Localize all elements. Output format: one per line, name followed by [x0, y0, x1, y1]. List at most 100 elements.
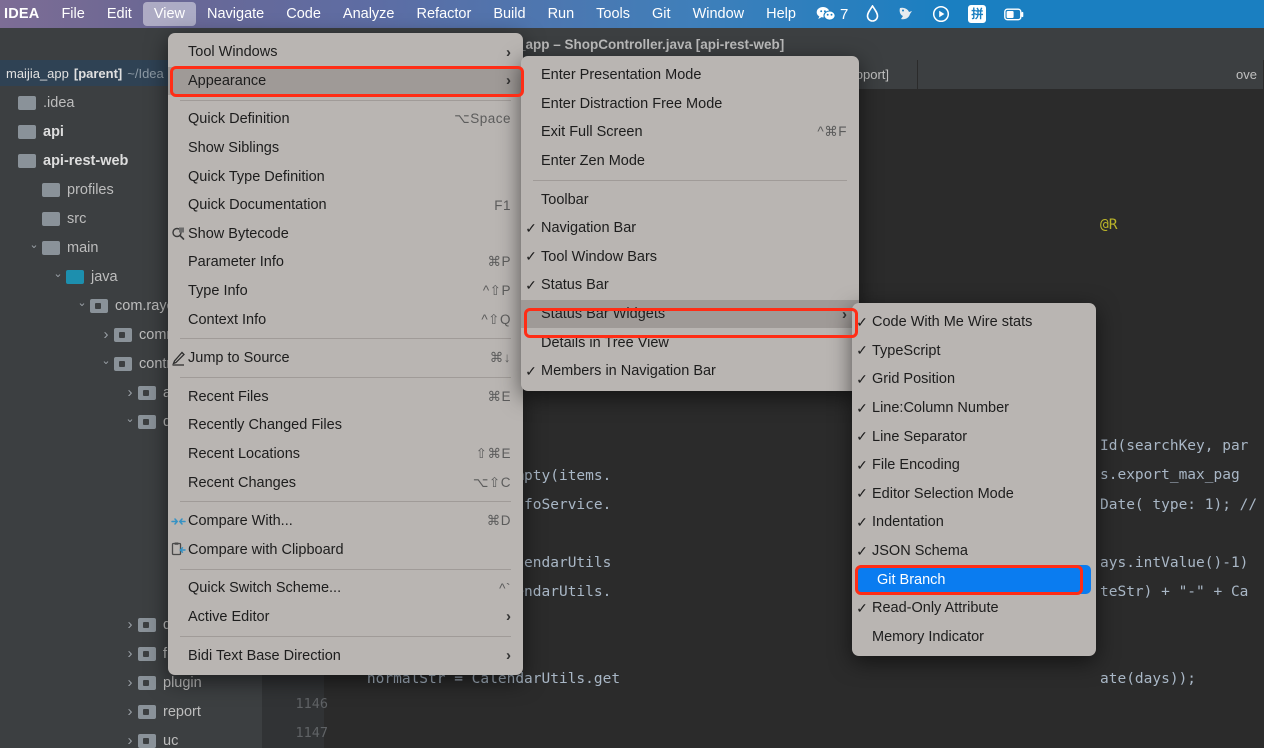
chevron-down-icon[interactable]: [50, 270, 66, 283]
view-menu-recent-locations[interactable]: Recent Locations ⇧⌘E: [168, 440, 523, 469]
menu-code[interactable]: Code: [275, 2, 332, 26]
appearance-menu-enter-zen-mode[interactable]: Enter Zen Mode: [521, 147, 859, 176]
battery-icon[interactable]: [995, 8, 1026, 21]
widgets-menu-code-with-me-wire-stats[interactable]: ✓ Code With Me Wire stats: [852, 308, 1096, 337]
menu-item-label: Recently Changed Files: [188, 417, 342, 434]
view-menu-jump-to-source[interactable]: Jump to Source ⌘↓: [168, 344, 523, 373]
view-menu-context-info[interactable]: Context Info ^⇧Q: [168, 305, 523, 334]
tree-node[interactable]: uc: [0, 726, 262, 748]
menu-help[interactable]: Help: [755, 2, 807, 26]
play-circle-icon[interactable]: [923, 5, 959, 23]
menu-item-label: Members in Navigation Bar: [541, 363, 716, 380]
checkmark-icon: ✓: [856, 456, 868, 473]
tree-node[interactable]: report: [0, 697, 262, 726]
menu-file[interactable]: File: [50, 2, 95, 26]
view-menu-bidi-text-base-direction[interactable]: Bidi Text Base Direction ›: [168, 641, 523, 670]
appearance-menu-members-in-navigation-bar[interactable]: ✓ Members in Navigation Bar: [521, 357, 859, 386]
menu-item-label: Line:Column Number: [872, 400, 1010, 417]
widgets-menu-git-branch[interactable]: Git Branch: [857, 565, 1091, 594]
tree-node-label: report: [163, 703, 201, 720]
chevron-right-icon[interactable]: [122, 645, 138, 662]
code-right-annotation: @R: [1100, 217, 1118, 233]
view-menu-recently-changed-files[interactable]: Recently Changed Files: [168, 411, 523, 440]
appearance-menu-exit-full-screen[interactable]: Exit Full Screen ^⌘F: [521, 118, 859, 147]
view-menu-show-siblings[interactable]: Show Siblings: [168, 134, 523, 163]
menu-navigate[interactable]: Navigate: [196, 2, 275, 26]
appearance-menu-toolbar[interactable]: Toolbar: [521, 185, 859, 214]
view-menu-appearance[interactable]: Appearance ›: [168, 66, 523, 96]
menu-window[interactable]: Window: [682, 2, 756, 26]
chevron-down-icon[interactable]: [74, 299, 90, 312]
menu-item-label: Tool Window Bars: [541, 248, 658, 265]
appearance-menu-navigation-bar[interactable]: ✓ Navigation Bar: [521, 214, 859, 243]
view-menu-parameter-info[interactable]: Parameter Info ⌘P: [168, 248, 523, 277]
menu-separator: [180, 338, 511, 340]
menu-view[interactable]: View: [142, 2, 196, 26]
view-menu-compare-with-clipboard[interactable]: Compare with Clipboard: [168, 536, 523, 565]
view-menu-tool-windows[interactable]: Tool Windows ›: [168, 38, 523, 67]
view-menu-type-info[interactable]: Type Info ^⇧P: [168, 277, 523, 306]
menu-build[interactable]: Build: [482, 2, 536, 26]
widgets-menu-json-schema[interactable]: ✓ JSON Schema: [852, 537, 1096, 566]
view-menu-active-editor[interactable]: Active Editor ›: [168, 603, 523, 632]
menu-item-label: JSON Schema: [872, 543, 968, 560]
chevron-right-icon[interactable]: [122, 703, 138, 720]
menu-item-label: Editor Selection Mode: [872, 485, 1014, 502]
bird-icon[interactable]: [888, 5, 923, 23]
appearance-menu-tool-window-bars[interactable]: ✓ Tool Window Bars: [521, 243, 859, 272]
appearance-submenu[interactable]: Enter Presentation Mode Enter Distraction…: [521, 56, 859, 391]
widgets-menu-line-column-number[interactable]: ✓ Line:Column Number: [852, 394, 1096, 423]
chevron-down-icon[interactable]: [26, 241, 42, 254]
menu-edit[interactable]: Edit: [96, 2, 143, 26]
view-menu-recent-files[interactable]: Recent Files ⌘E: [168, 383, 523, 412]
view-menu-quick-definition[interactable]: Quick Definition ⌥Space: [168, 105, 523, 134]
view-menu-quick-switch-scheme[interactable]: Quick Switch Scheme... ^`: [168, 574, 523, 603]
widgets-menu-read-only-attribute[interactable]: ✓ Read-Only Attribute: [852, 594, 1096, 623]
chevron-right-icon[interactable]: [122, 732, 138, 748]
chevron-down-icon[interactable]: [122, 415, 138, 428]
chevron-down-icon[interactable]: [98, 357, 114, 370]
widgets-menu-editor-selection-mode[interactable]: ✓ Editor Selection Mode: [852, 480, 1096, 509]
menu-refactor[interactable]: Refactor: [406, 2, 483, 26]
chevron-right-icon[interactable]: [98, 326, 114, 343]
package-icon: [138, 646, 156, 661]
status-bar-widgets-submenu[interactable]: ✓ Code With Me Wire stats ✓ TypeScript ✓ Grid…: [852, 303, 1096, 657]
menu-git[interactable]: Git: [641, 2, 682, 26]
widgets-menu-typescript[interactable]: ✓ TypeScript: [852, 337, 1096, 366]
appearance-menu-status-bar[interactable]: ✓ Status Bar: [521, 271, 859, 300]
menu-tools[interactable]: Tools: [585, 2, 641, 26]
view-menu-compare-with[interactable]: Compare With... ⌘D: [168, 507, 523, 536]
view-menu-recent-changes[interactable]: Recent Changes ⌥⇧C: [168, 468, 523, 497]
appearance-menu-details-in-tree-view[interactable]: Details in Tree View: [521, 328, 859, 357]
chevron-right-icon[interactable]: [122, 616, 138, 633]
chevron-right-icon[interactable]: [122, 674, 138, 691]
widgets-menu-indentation[interactable]: ✓ Indentation: [852, 508, 1096, 537]
macos-menu-bar: IDEA File Edit View Navigate Code Analyz…: [0, 0, 1264, 28]
menu-analyze[interactable]: Analyze: [332, 2, 406, 26]
widgets-menu-memory-indicator[interactable]: Memory Indicator: [852, 623, 1096, 652]
appearance-menu-enter-presentation-mode[interactable]: Enter Presentation Mode: [521, 61, 859, 90]
pinyin-input-icon[interactable]: 拼: [959, 5, 995, 23]
code-right-5: teStr) + "-" + Ca: [1100, 584, 1249, 600]
folder-icon: [18, 124, 36, 139]
chevron-right-icon: ›: [506, 43, 511, 61]
appearance-menu-enter-distraction-free-mode[interactable]: Enter Distraction Free Mode: [521, 90, 859, 119]
menu-run[interactable]: Run: [537, 2, 586, 26]
widgets-menu-grid-position[interactable]: ✓ Grid Position: [852, 365, 1096, 394]
widgets-menu-file-encoding[interactable]: ✓ File Encoding: [852, 451, 1096, 480]
apple-idea-brand[interactable]: IDEA: [0, 2, 50, 26]
menu-item-label: Bidi Text Base Direction: [188, 647, 341, 664]
menu-item-shortcut: ⌥Space: [454, 111, 511, 127]
view-dropdown-menu[interactable]: Tool Windows › Appearance › Quick Definition…: [168, 33, 523, 675]
view-menu-quick-documentation[interactable]: Quick Documentation F1: [168, 191, 523, 220]
drop-icon[interactable]: [857, 5, 888, 23]
window-title: maijia_app – ShopController.java [api-re…: [479, 36, 785, 52]
chevron-right-icon[interactable]: [122, 384, 138, 401]
widgets-menu-line-separator[interactable]: ✓ Line Separator: [852, 422, 1096, 451]
view-menu-quick-type-definition[interactable]: Quick Type Definition: [168, 162, 523, 191]
menu-item-shortcut: ^⇧P: [482, 283, 511, 299]
appearance-menu-status-bar-widgets[interactable]: Status Bar Widgets ›: [521, 299, 859, 329]
view-menu-show-bytecode[interactable]: Show Bytecode: [168, 220, 523, 249]
editor-tab-1[interactable]: ove: [918, 60, 1264, 90]
wechat-icon[interactable]: 7: [807, 6, 857, 23]
